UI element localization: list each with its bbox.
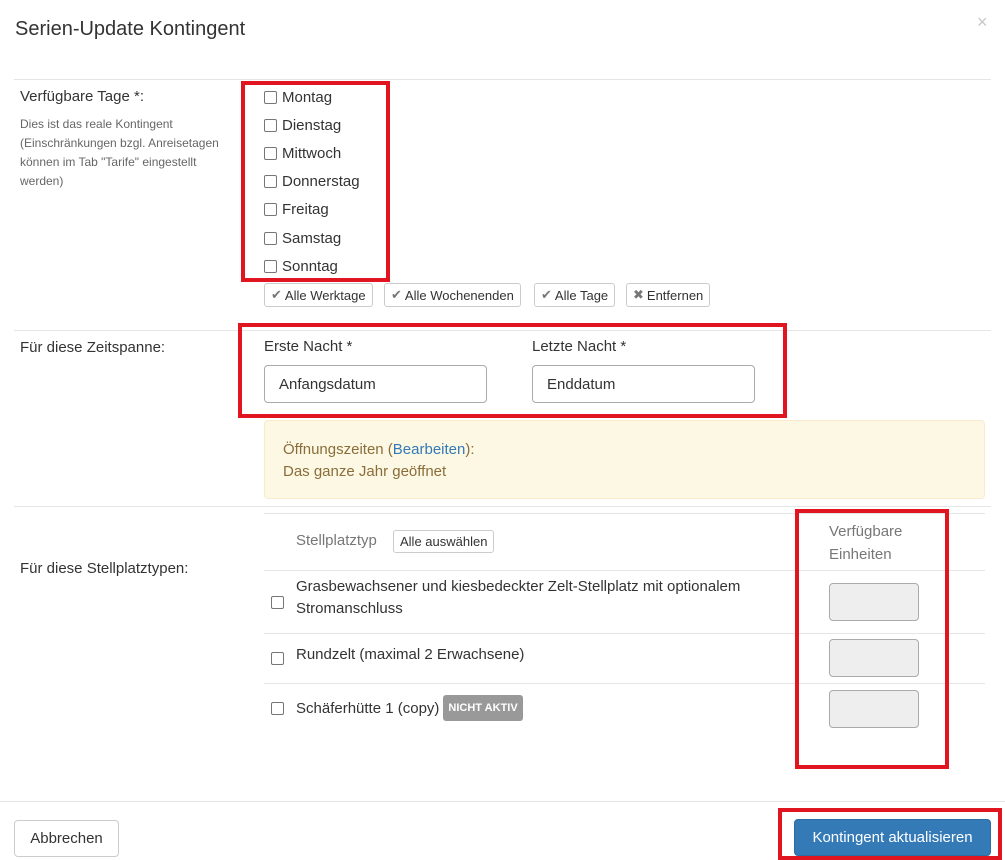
- days-help-text: Dies ist das reale Kontingent (Einschrän…: [20, 117, 219, 188]
- button-label: Alle Wochenenden: [404, 287, 514, 303]
- divider: [14, 506, 991, 507]
- table-row: [271, 652, 289, 670]
- highlight-box-units: [795, 509, 949, 769]
- row-checkbox[interactable]: [271, 702, 284, 715]
- pitches-label: Für diese Stellplatztypen:: [20, 560, 189, 577]
- button-label: Alle Werktage: [284, 287, 366, 303]
- period-label: Für diese Zeitspanne:: [20, 339, 166, 356]
- modal-title: Serien-Update Kontingent: [15, 18, 246, 40]
- column-header-type: Stellplatztyp: [296, 532, 377, 549]
- table-row: [271, 702, 289, 720]
- table-row: [271, 596, 289, 614]
- highlight-box-days: [241, 81, 390, 282]
- all-weekends-button[interactable]: ✔ Alle Wochenenden: [384, 283, 521, 307]
- opening-suffix: ):: [465, 441, 475, 458]
- opening-hours-alert: Öffnungszeiten (Bearbeiten): Das ganze J…: [264, 420, 985, 499]
- opening-hours-line: Öffnungszeiten (Bearbeiten):: [283, 439, 966, 461]
- divider: [14, 79, 991, 80]
- pitch-name: Rundzelt (maximal 2 Erwachsene): [296, 646, 525, 663]
- pitch-name-row: Schäferhütte 1 (copy) NICHT AKTIV: [296, 695, 523, 721]
- check-icon: ✔: [271, 287, 282, 302]
- cancel-button[interactable]: Abbrechen: [14, 820, 119, 857]
- button-label: Entfernen: [646, 287, 704, 303]
- highlight-box-period: [238, 323, 787, 418]
- days-label: Verfügbare Tage *:: [20, 88, 144, 105]
- row-checkbox[interactable]: [271, 596, 284, 609]
- highlight-box-submit: [778, 808, 1002, 860]
- inactive-badge: NICHT AKTIV: [443, 695, 523, 721]
- all-weekdays-button[interactable]: ✔ Alle Werktage: [264, 283, 373, 307]
- check-icon: ✔: [391, 287, 402, 302]
- opening-hours-text: Das ganze Jahr geöffnet: [283, 463, 447, 480]
- button-label: Alle Tage: [554, 287, 609, 303]
- footer-divider: [0, 801, 1005, 802]
- pitch-name: Grasbewachsener und kiesbedeckter Zelt-S…: [296, 578, 741, 617]
- all-days-button[interactable]: ✔ Alle Tage: [534, 283, 616, 307]
- row-checkbox[interactable]: [271, 652, 284, 665]
- check-icon: ✔: [541, 287, 552, 302]
- close-icon[interactable]: ×: [977, 12, 988, 33]
- pitch-name: Schäferhütte 1 (copy): [296, 700, 440, 717]
- remove-icon: ✖: [633, 287, 644, 302]
- remove-button[interactable]: ✖ Entfernen: [626, 283, 711, 307]
- edit-opening-hours-link[interactable]: Bearbeiten: [393, 441, 466, 458]
- opening-prefix: Öffnungszeiten (: [283, 441, 393, 458]
- select-all-button[interactable]: Alle auswählen: [393, 530, 495, 553]
